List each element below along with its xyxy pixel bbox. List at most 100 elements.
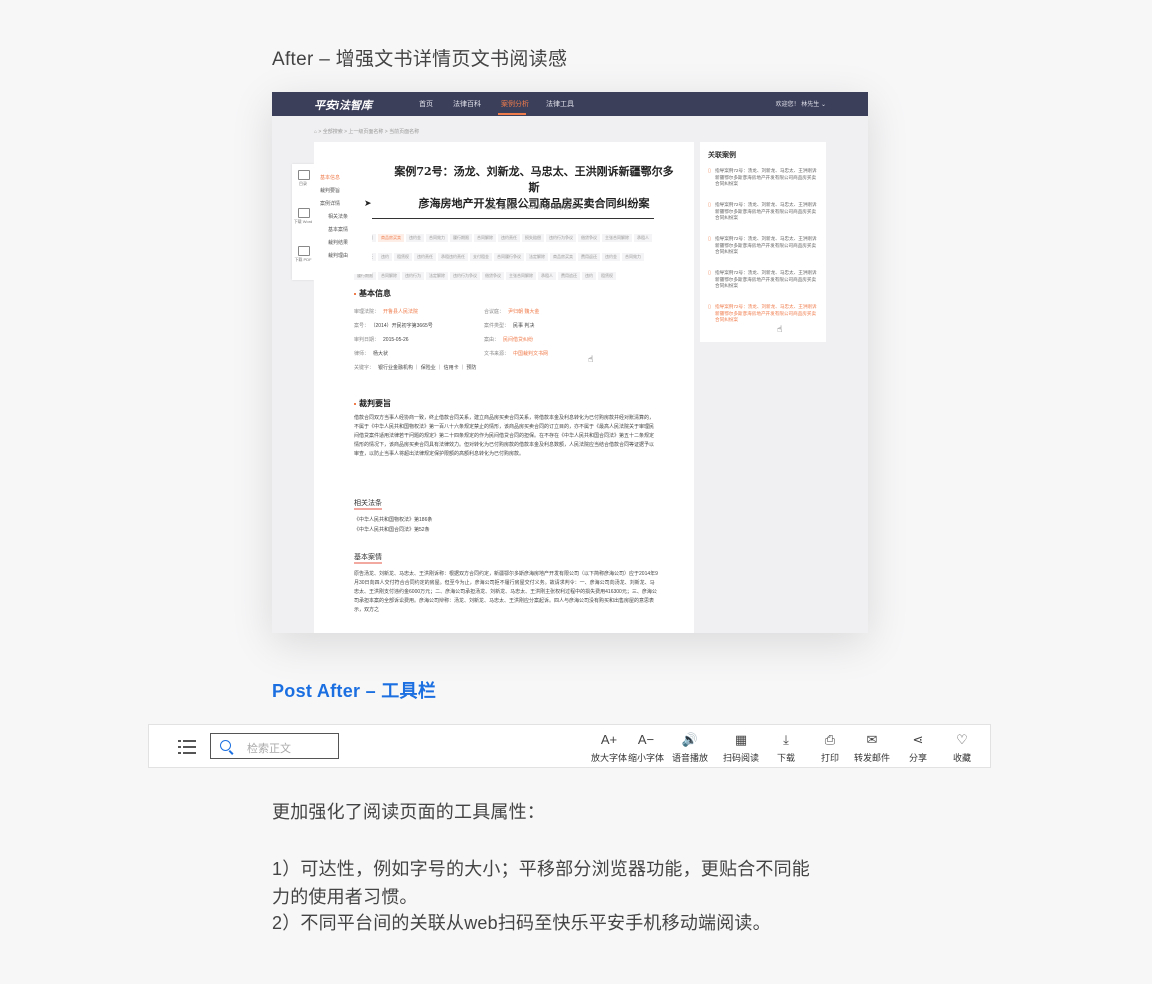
toc-item[interactable]: 基本案情 [328, 226, 348, 233]
basic-info-key: 案由： [484, 337, 500, 343]
case-heading: 基本案情 [354, 552, 382, 564]
keyword-tag[interactable]: 法定解除 [526, 253, 548, 261]
catalog-label: 目录 [299, 181, 307, 186]
toc-item[interactable]: 相关法条 [328, 213, 348, 220]
catalog-icon[interactable] [298, 170, 310, 180]
keyword-tag[interactable]: 承租人 [634, 234, 652, 242]
side-toolbar: 目录 下载 Word 下载 PDF [292, 164, 314, 280]
related-case-item[interactable]: 指导案例72号：汤龙、刘新龙、马忠太、王洪刚诉新疆鄂尔多斯彦海房地产开发有限公司… [708, 304, 818, 324]
basic-info-value[interactable]: 开鲁县人民法院 [383, 309, 418, 315]
basic-info-field: 文书来源： 中国裁判文书网 [484, 350, 548, 357]
basic-info-value: （2014）开民初字第3665号 [373, 323, 433, 329]
list-icon[interactable] [178, 740, 196, 754]
description-point-1: 1）可达性，例如字号的大小；平移部分浏览器功能，更贴合不同能 力的使用者习惯。 [272, 859, 811, 907]
mail-button[interactable]: ✉ 转发邮件 [847, 730, 897, 764]
pdf-download-icon[interactable] [298, 246, 310, 256]
basic-info-value[interactable]: 中国裁判文书网 [513, 351, 548, 357]
keyword-tag[interactable]: 借贷争议 [482, 272, 504, 280]
basic-info-key: 合议庭： [484, 309, 505, 315]
nav-case-analysis[interactable]: 案例分析 [501, 99, 529, 109]
toolbar-button-label: 下载 [776, 753, 795, 763]
basic-info-field: 案号： （2014）开民初字第3665号 [354, 322, 433, 329]
ruling-text: 借款合同双方当事人经协商一致，终止借款合同关系，建立商品房买卖合同关系，将借款本… [354, 415, 655, 457]
font-decrease-icon: A− [637, 732, 655, 747]
keyword-tag[interactable]: 违约行为争议 [546, 234, 576, 242]
keyword-tag[interactable]: 合同效力 [622, 253, 644, 261]
basic-info-key: 关键字： [354, 365, 375, 371]
keyword-tag[interactable]: 承租违约责任 [438, 253, 468, 261]
search-input[interactable]: 检索正文 [210, 733, 339, 759]
share-icon: ⋖ [912, 732, 924, 747]
keyword-tag[interactable]: 违约 [582, 272, 596, 280]
keyword-tag[interactable]: 违约 [378, 253, 392, 261]
heart-button[interactable]: ♡ 收藏 [937, 730, 987, 764]
keyword-tag[interactable]: 合同解除 [474, 234, 496, 242]
keyword-tag[interactable]: 租赁权 [598, 272, 616, 280]
keyword-tag[interactable]: 商品房买卖 [378, 234, 404, 242]
related-case-item[interactable]: 指导案例72号：汤龙、刘新龙、马忠太、王洪刚诉新疆鄂尔多斯彦海房地产开发有限公司… [708, 202, 818, 222]
keyword-tag[interactable]: 违约责任 [498, 234, 520, 242]
keyword-tag[interactable]: 损失赔偿 [522, 234, 544, 242]
keyword-tag[interactable]: 借贷争议 [578, 234, 600, 242]
keyword-tag[interactable]: 租赁权 [394, 253, 412, 261]
keyword-tag[interactable]: 合同效力 [426, 234, 448, 242]
nav-home[interactable]: 首页 [419, 99, 433, 109]
top-navbar: 平安i法智库 首页 法律百科 案例分析 法律工具 欢迎您！ 林先生 ⌄ [272, 92, 868, 116]
download-icon: ⤓ [783, 732, 789, 747]
keyword-tag[interactable]: 履行期限 [450, 234, 472, 242]
breadcrumb[interactable]: ⌂ > 全部搜索 > 上一级页面名称 > 当前页面名称 [314, 128, 419, 135]
law-item[interactable]: 《中华人民共和国合同法》第52条 [354, 526, 658, 535]
keyword-tag[interactable]: 违约责任 [414, 253, 436, 261]
keyword-tag[interactable]: 违约金 [406, 234, 424, 242]
qrcode-icon: ▦ [734, 732, 748, 747]
toc-item[interactable]: 基本信息 [320, 174, 340, 181]
description-point-2: 2）不同平台间的关联从web扫码至快乐平安手机移动端阅读。 [272, 913, 771, 933]
basic-info-key: 文书来源： [484, 351, 510, 357]
toolbar-button-label: 收藏 [952, 753, 971, 763]
keyword-tag[interactable]: 违约金 [602, 253, 620, 261]
nav-law-encyclopedia[interactable]: 法律百科 [453, 99, 481, 109]
basic-info-value[interactable]: 尹归朝 魏大金 [508, 309, 539, 315]
font-decrease-button[interactable]: A− 缩小字体 [621, 730, 671, 764]
related-case-item[interactable]: 指导案例72号：汤龙、刘新龙、马忠太、王洪刚诉新疆鄂尔多斯彦海房地产开发有限公司… [708, 236, 818, 256]
keyword-tag[interactable]: 违约行为 [402, 272, 424, 280]
toc-item[interactable]: 裁判结果 [328, 239, 348, 246]
nav-law-tools[interactable]: 法律工具 [546, 99, 574, 109]
keyword-tag[interactable]: 主张合同解除 [602, 234, 632, 242]
keyword-tag[interactable]: 合同履行争议 [494, 253, 524, 261]
reading-toolbar: 检索正文 A+ 放大字体 A− 缩小字体 🔊 语音播放 ▦ 扫码阅读 ⤓ 下载 ⎙ 打印 ✉ 转发邮件 ⋖ 分… [148, 724, 991, 768]
toc-item[interactable]: 案例详情 [320, 200, 340, 207]
word-download-icon[interactable] [298, 208, 310, 218]
basic-info-field: 合议庭： 尹归朝 魏大金 [484, 308, 539, 315]
document-detail-screenshot: 平安i法智库 首页 法律百科 案例分析 法律工具 欢迎您！ 林先生 ⌄ ⌂ > … [272, 92, 868, 633]
speaker-button[interactable]: 🔊 语音播放 [665, 730, 715, 764]
basic-info-key: 律师： [354, 351, 370, 357]
keyword-tag[interactable]: 费用追还 [558, 272, 580, 280]
toc-item[interactable]: 裁判要旨 [320, 187, 340, 194]
qrcode-button[interactable]: ▦ 扫码阅读 [716, 730, 766, 764]
keyword-tag[interactable]: 费用返还 [578, 253, 600, 261]
toc-item[interactable]: 裁判理由 [328, 252, 348, 259]
site-logo[interactable]: 平安i法智库 [314, 97, 372, 113]
keyword-tag[interactable]: 支付租金 [470, 253, 492, 261]
user-welcome[interactable]: 欢迎您！ 林先生 ⌄ [776, 99, 826, 108]
section-heading-post-after: Post After – 工具栏 [272, 681, 437, 701]
pointer-cursor-icon: ➤ [364, 198, 372, 208]
basic-info-value[interactable]: 民间借贷纠纷 [503, 337, 533, 343]
keyword-tag[interactable]: 主张合同解除 [506, 272, 536, 280]
download-button[interactable]: ⤓ 下载 [761, 730, 811, 764]
keyword-tag[interactable]: 合同解除 [378, 272, 400, 280]
related-case-item[interactable]: 指导案例72号：汤龙、刘新龙、马忠太、王洪刚诉新疆鄂尔多斯彦海房地产开发有限公司… [708, 270, 818, 290]
basic-info-key: 案件类型： [484, 323, 510, 329]
keyword-tag[interactable]: 承租人 [538, 272, 556, 280]
keyword-tag[interactable]: 违约行为争议 [450, 272, 480, 280]
related-case-item[interactable]: 指导案例72号：汤龙、刘新龙、马忠太、王洪刚诉新疆鄂尔多斯彦海房地产开发有限公司… [708, 168, 818, 188]
share-button[interactable]: ⋖ 分享 [893, 730, 943, 764]
law-item[interactable]: 《中华人民共和国物权法》第186条 [354, 516, 658, 525]
title-divider [354, 218, 654, 219]
keyword-tags: 买卖合同商品房买卖违约金合同效力履行期限合同解除违约责任损失赔偿违约行为争议借贷… [354, 226, 658, 283]
keyword-tag[interactable]: 商品房买卖 [550, 253, 576, 261]
toolbar-button-label: 扫码阅读 [722, 753, 759, 763]
keyword-tag[interactable]: 法定解除 [426, 272, 448, 280]
description-intro: 更加强化了阅读页面的工具属性： [272, 802, 545, 822]
